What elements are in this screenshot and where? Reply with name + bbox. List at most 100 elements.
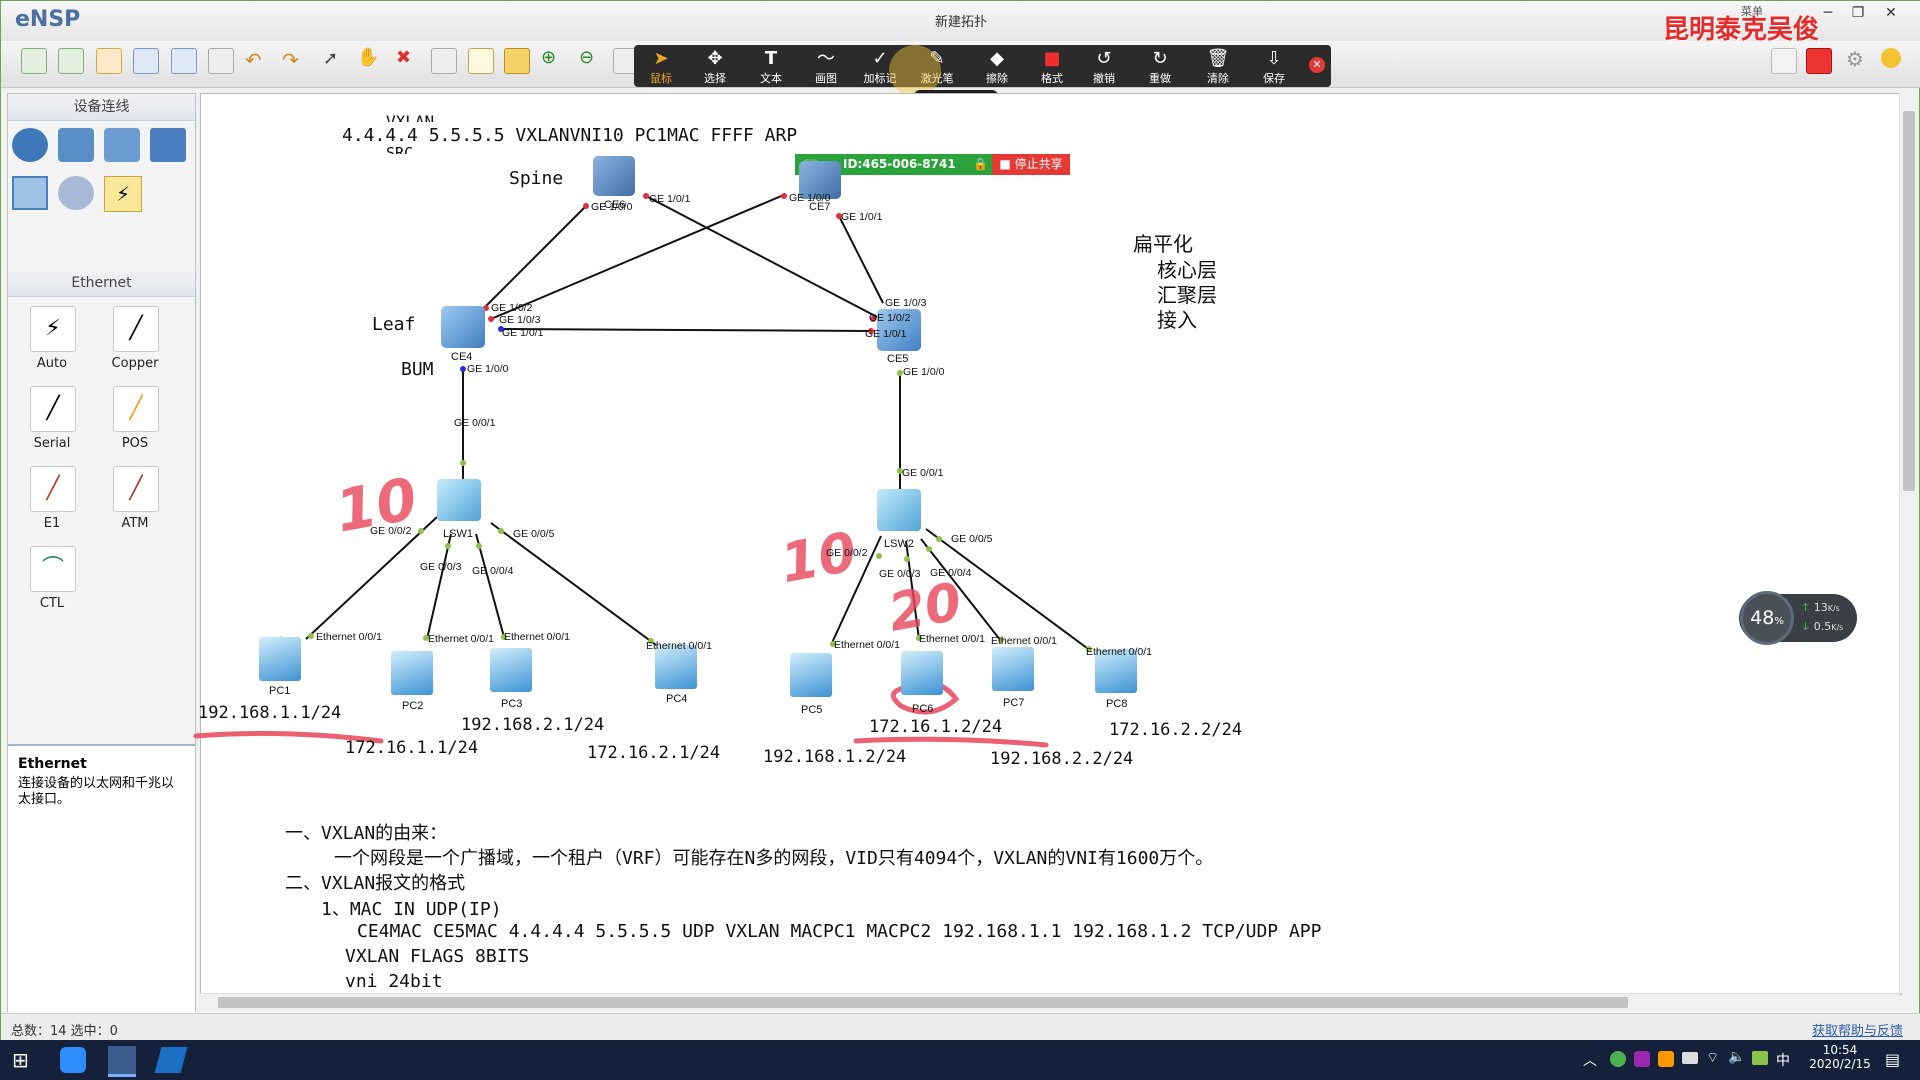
tray-security-icon[interactable] [1610,1051,1626,1067]
link-ce7-ce5[interactable] [838,215,884,304]
pc3-icon[interactable] [490,648,532,692]
port-label: Ethernet 0/0/1 [504,631,570,643]
clock[interactable]: 10:54 2020/2/15 [1808,1043,1872,1071]
port-label: GE 0/0/4 [472,565,514,577]
note-line-5: CE4MAC CE5MAC 4.4.4.4 5.5.5.5 UDP VXLAN … [357,921,1322,942]
note-line-6: VXLAN FLAGS 8BITS [345,946,530,967]
link-lsw1-pc3[interactable] [475,533,505,638]
clock-date: 2020/2/15 [1809,1057,1871,1071]
pc1-icon[interactable] [259,637,301,681]
note-line-4: 1、MAC IN UDP(IP) [321,899,502,920]
port-label: GE 1/0/2 [869,312,911,324]
pc3-label: PC3 [501,698,523,710]
link-lsw1-pc2[interactable] [426,533,452,640]
flat-note: 扁平化 [1133,232,1193,256]
pc3-ip: 192.168.2.1/24 [461,715,605,735]
status-count: 总数：14 选中：0 [11,1024,118,1039]
port-label: GE 0/0/5 [951,533,993,545]
pc6-label: PC6 [912,703,934,715]
ensp-app-icon[interactable] [108,1046,136,1077]
vertical-scroll-thumb[interactable] [1903,111,1915,491]
tray-user-icon[interactable] [1658,1051,1674,1067]
speed-percent-dial: 48% [1740,591,1794,645]
pc7-icon[interactable] [992,647,1034,691]
pc6-icon[interactable] [901,651,943,695]
note-line-3: 二、VXLAN报文的格式 [285,873,466,894]
lsw1-label: LSW1 [443,528,473,540]
vertical-scrollbar[interactable] [1899,93,1918,993]
pc2-ip: 172.16.1.1/24 [345,738,479,758]
horizontal-scrollbar[interactable] [200,993,1900,1011]
src-text: SRC [386,144,414,154]
port-label: GE 0/0/3 [420,561,462,573]
port-label: GE 1/0/0 [903,366,945,378]
download-unit: K/s [1831,623,1844,632]
pc2-label: PC2 [402,700,424,712]
download-arrow-icon: ↓ [1801,620,1811,633]
access-note: 接入 [1157,308,1197,332]
horizontal-scroll-thumb[interactable] [218,997,1628,1008]
zoom-app-icon[interactable] [60,1047,86,1073]
lsw2-switch-icon[interactable] [877,489,921,531]
lsw1-switch-icon[interactable] [437,479,481,521]
speed-percent-unit: % [1774,616,1784,627]
pc1-label: PC1 [269,685,291,697]
windows-start-icon[interactable]: ⊞ [12,1050,32,1070]
stop-share-button[interactable]: ■ 停止共享 [992,154,1070,175]
lock-icon: 🔒 [973,157,988,171]
port-label: GE 0/0/5 [513,528,555,540]
tray-keyboard-icon[interactable] [1752,1051,1768,1065]
ime-indicator[interactable]: 中 [1776,1050,1790,1070]
ce6-switch-icon[interactable] [593,156,635,196]
download-speed: ↓ 0.5K/s [1801,620,1843,633]
pc5-ip: 192.168.1.2/24 [763,747,907,767]
upload-arrow-icon: ↑ [1801,601,1811,614]
ce4-switch-icon[interactable] [441,306,485,348]
link-ce6-ce4[interactable] [483,205,587,309]
pc5-label: PC5 [801,704,823,716]
port-label: GE 0/0/4 [930,567,972,579]
port-label: GE 0/0/1 [902,467,944,479]
port-label: GE 0/0/2 [370,525,412,537]
pc2-icon[interactable] [391,651,433,695]
tray-app-icon[interactable] [1634,1051,1650,1067]
port-label: GE 1/0/0 [467,363,509,375]
help-feedback-link[interactable]: 获取帮助与反馈 [1812,1020,1903,1039]
pc6-ip: 172.16.1.2/24 [869,717,1003,737]
leaf-label: Leaf [372,314,416,335]
port-label: Ethernet 0/0/1 [646,640,712,652]
link-ce4-ce5[interactable] [500,328,874,332]
pc4-label: PC4 [666,693,688,705]
pc4-ip: 172.16.2.1/24 [587,743,721,763]
port-label: GE 1/0/0 [591,201,633,213]
pc6-underline [853,736,1049,748]
upload-speed: ↑ 13K/s [1801,601,1840,614]
tray-wifi-icon[interactable]: ⌔ [1706,1049,1719,1067]
pc5-icon[interactable] [790,653,832,697]
status-bar: 总数：14 选中：0 获取帮助与反馈 [1,1013,1920,1042]
clock-time: 10:54 [1822,1043,1858,1057]
download-value: 0.5 [1813,620,1832,633]
clipped-vxlan-text: VXLAN [386,112,435,122]
tray-volume-icon[interactable]: 🔈 [1728,1049,1745,1065]
pc1-ip: 192.168.1.1/24 [198,703,342,723]
port-label: GE 1/0/3 [885,297,927,309]
bum-label: BUM [401,359,434,380]
port-label: GE 1/0/2 [491,302,533,314]
port-label: Ethernet 0/0/1 [991,635,1057,647]
tray-chevron-icon[interactable]: ︿ [1583,1050,1597,1070]
note-line-1: 一、VXLAN的由来： [285,823,448,844]
port-label: GE 0/0/2 [826,547,868,559]
spine-label: Spine [509,168,564,189]
notification-icon[interactable]: ▤ [1885,1050,1900,1069]
lsw2-label: LSW2 [884,538,914,550]
port-label: GE 1/0/0 [789,192,831,204]
tray-battery-icon[interactable] [1682,1052,1698,1064]
link-lsw1-pc4[interactable] [490,522,657,646]
vbox-app-icon[interactable] [154,1047,188,1073]
pc7-label: PC7 [1003,697,1025,709]
network-speed-widget[interactable]: 48% ↑ 13K/s ↓ 0.5K/s [1739,591,1857,645]
port-label: Ethernet 0/0/1 [834,639,900,651]
ce4-label: CE4 [451,351,473,363]
port-label: Ethernet 0/0/1 [428,633,494,645]
